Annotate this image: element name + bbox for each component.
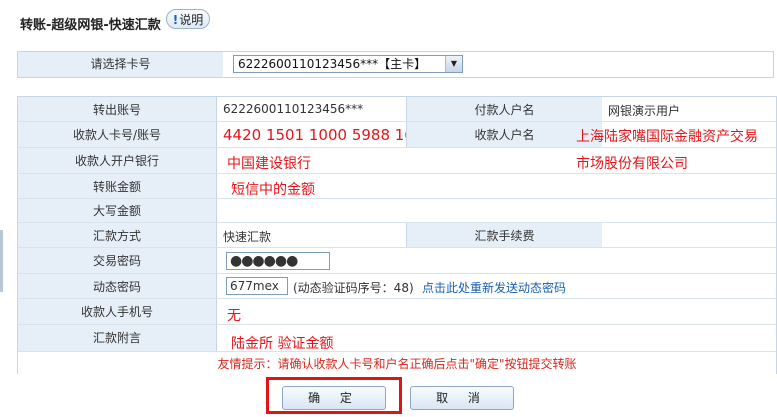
row-amount-upper: 大写金额 bbox=[18, 199, 776, 223]
payee-card-value: 4420 1501 1000 5988 1688 bbox=[223, 126, 433, 144]
payee-bank-label: 收款人开户银行 bbox=[18, 148, 217, 173]
card-number-select[interactable]: 6222600110123456***【主卡】 ▼ bbox=[233, 55, 463, 73]
from-account-value: 6222600110123456*** bbox=[223, 102, 364, 116]
row-remit-method: 汇款方式 快速汇款 汇款手续费 bbox=[18, 223, 776, 248]
info-icon: ! bbox=[172, 13, 179, 27]
card-select-cell: 6222600110123456***【主卡】 ▼ bbox=[223, 52, 773, 77]
trade-password-label: 交易密码 bbox=[18, 248, 217, 273]
payer-name-label: 付款人户名 bbox=[406, 97, 603, 121]
payee-name-value: 上海陆家嘴国际金融资产交易 bbox=[576, 129, 758, 145]
row-payee-bank: 收款人开户银行 中国建设银行 市场股份有限公司 bbox=[18, 148, 776, 174]
remit-method-value: 快速汇款 bbox=[223, 230, 272, 244]
remark-label: 汇款附言 bbox=[18, 325, 217, 351]
payee-card-label: 收款人卡号/账号 bbox=[18, 122, 217, 147]
remit-method-label: 汇款方式 bbox=[18, 223, 217, 247]
dropdown-arrow-icon[interactable]: ▼ bbox=[445, 56, 462, 72]
from-account-label: 转出账号 bbox=[18, 97, 217, 121]
dynamic-password-label: 动态密码 bbox=[18, 274, 217, 298]
card-number-value: 6222600110123456***【主卡】 bbox=[238, 57, 427, 71]
scroll-edge bbox=[0, 230, 3, 292]
row-dynamic-password: 动态密码 677mex (动态验证码序号：48) 点击此处重新发送动态密码 bbox=[18, 274, 776, 299]
row-trade-password: 交易密码 ●●●●●● bbox=[18, 248, 776, 274]
page-title: 转账-超级网银-快速汇款 bbox=[20, 18, 161, 33]
payee-name-label: 收款人户名 bbox=[406, 122, 603, 147]
payee-phone-value: 无 bbox=[227, 308, 241, 324]
row-payee-phone: 收款人手机号 无 bbox=[18, 299, 776, 325]
cancel-button[interactable]: 取 消 bbox=[410, 386, 514, 410]
row-payee-card: 收款人卡号/账号 4420 1501 1000 5988 1688 收款人户名 … bbox=[18, 122, 776, 148]
remit-fee-label: 汇款手续费 bbox=[406, 223, 603, 247]
card-select-label: 请选择卡号 bbox=[18, 52, 224, 77]
amount-upper-label: 大写金额 bbox=[18, 199, 217, 222]
row-amount: 转账金额 短信中的金额 bbox=[18, 174, 776, 199]
card-select-panel: 请选择卡号 6222600110123456***【主卡】 ▼ bbox=[17, 51, 774, 78]
dynamic-password-input[interactable]: 677mex bbox=[226, 277, 288, 295]
help-label: 说明 bbox=[179, 13, 204, 27]
help-button[interactable]: !说明 bbox=[166, 9, 210, 29]
payee-phone-label: 收款人手机号 bbox=[18, 299, 217, 324]
amount-label: 转账金额 bbox=[18, 174, 217, 198]
confirm-button[interactable]: 确 定 bbox=[282, 386, 386, 410]
transfer-form-table: 转出账号 6222600110123456*** 付款人户名 网银演示用户 收款… bbox=[17, 96, 777, 374]
payer-name-value: 网银演示用户 bbox=[608, 104, 681, 118]
row-remark: 汇款附言 陆金所 验证金额 bbox=[18, 325, 776, 352]
row-from-account: 转出账号 6222600110123456*** 付款人户名 网银演示用户 bbox=[18, 97, 776, 122]
trade-password-input[interactable]: ●●●●●● bbox=[226, 252, 330, 270]
remark-value: 陆金所 验证金额 bbox=[231, 336, 334, 352]
payee-bank-value: 中国建设银行 bbox=[227, 156, 311, 172]
dynamic-code-serial: (动态验证码序号：48) bbox=[293, 281, 414, 295]
amount-value: 短信中的金额 bbox=[231, 182, 315, 198]
friendly-tip: 友情提示：请确认收款人卡号和户名正确后点击"确定"按钮提交转账 bbox=[217, 357, 577, 371]
resend-dynamic-code-link[interactable]: 点击此处重新发送动态密码 bbox=[422, 279, 566, 296]
payee-name-value-line2: 市场股份有限公司 bbox=[576, 156, 688, 172]
row-tip: 友情提示：请确认收款人卡号和户名正确后点击"确定"按钮提交转账 bbox=[18, 352, 776, 374]
